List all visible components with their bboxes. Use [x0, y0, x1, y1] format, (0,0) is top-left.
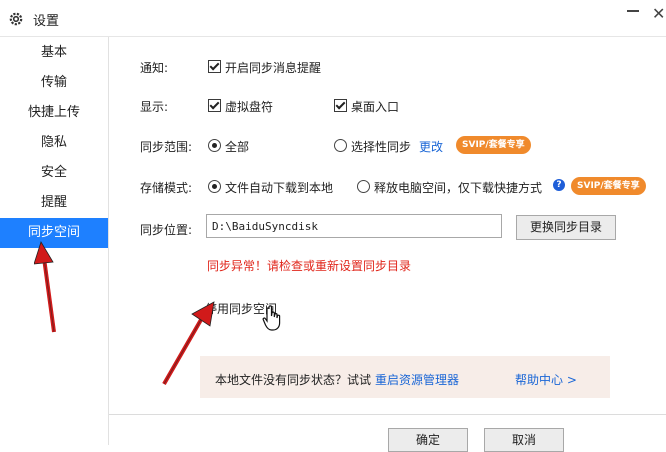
minimize-icon[interactable] — [627, 10, 639, 12]
desktop-entry-checkbox[interactable] — [334, 99, 347, 112]
annotation-arrow-sidebar — [34, 241, 56, 333]
notify-option-label[interactable]: 开启同步消息提醒 — [225, 59, 321, 76]
storage-auto-download-label[interactable]: 文件自动下载到本地 — [225, 179, 333, 196]
display-label: 显示: — [140, 100, 169, 114]
notify-checkbox[interactable] — [208, 60, 221, 73]
sidebar-item-quick-upload[interactable]: 快捷上传 — [0, 98, 108, 128]
storage-free-space-radio[interactable] — [357, 180, 370, 193]
sync-scope-selective-radio[interactable] — [334, 139, 347, 152]
virtual-drive-label[interactable]: 虚拟盘符 — [225, 98, 273, 115]
hint-box: 本地文件没有同步状态？试试 重启资源管理器 帮助中心 > — [200, 356, 610, 398]
change-scope-link[interactable]: 更改 — [419, 138, 443, 155]
sidebar-item-transfer[interactable]: 传输 — [0, 68, 108, 98]
sync-location-label: 同步位置: — [140, 223, 193, 237]
close-icon[interactable]: ✕ — [652, 4, 665, 23]
storage-auto-download-radio[interactable] — [208, 180, 221, 193]
sync-scope-selective-label[interactable]: 选择性同步 — [351, 138, 411, 155]
sidebar-item-security[interactable]: 安全 — [0, 158, 108, 188]
footer-divider — [109, 414, 666, 415]
sidebar-item-privacy[interactable]: 隐私 — [0, 128, 108, 158]
sync-scope-label: 同步范围: — [140, 140, 193, 154]
hint-text: 本地文件没有同步状态？试试 — [215, 373, 372, 387]
title-bar: 设置 ✕ — [0, 0, 666, 37]
virtual-drive-checkbox[interactable] — [208, 99, 221, 112]
svip-badge-scope: SVIP/套餐专享 — [456, 136, 531, 154]
help-icon[interactable]: ? — [553, 179, 565, 191]
restart-explorer-link[interactable]: 重启资源管理器 — [375, 371, 459, 388]
sync-path-input[interactable] — [206, 214, 502, 238]
desktop-entry-label[interactable]: 桌面入口 — [351, 98, 399, 115]
gear-icon — [9, 12, 23, 26]
window-title: 设置 — [33, 14, 60, 29]
cancel-button[interactable]: 取消 — [484, 428, 564, 452]
sync-scope-all-radio[interactable] — [208, 139, 221, 152]
storage-free-space-label[interactable]: 释放电脑空间，仅下载快捷方式 — [374, 179, 542, 196]
help-center-link[interactable]: 帮助中心 > — [515, 371, 577, 388]
storage-mode-label: 存储模式: — [140, 181, 193, 195]
change-sync-dir-button[interactable]: 更换同步目录 — [516, 215, 616, 240]
hand-cursor-icon — [262, 305, 281, 331]
notify-label: 通知: — [140, 61, 169, 75]
sidebar-item-basic[interactable]: 基本 — [0, 38, 108, 68]
sync-error-message: 同步异常！请检查或重新设置同步目录 — [207, 259, 412, 273]
sync-scope-all-label[interactable]: 全部 — [225, 138, 249, 155]
annotation-arrow-disable — [162, 301, 215, 385]
ok-button[interactable]: 确定 — [388, 428, 468, 452]
svip-badge-storage: SVIP/套餐专享 — [571, 177, 646, 195]
sidebar-item-reminder[interactable]: 提醒 — [0, 188, 108, 218]
